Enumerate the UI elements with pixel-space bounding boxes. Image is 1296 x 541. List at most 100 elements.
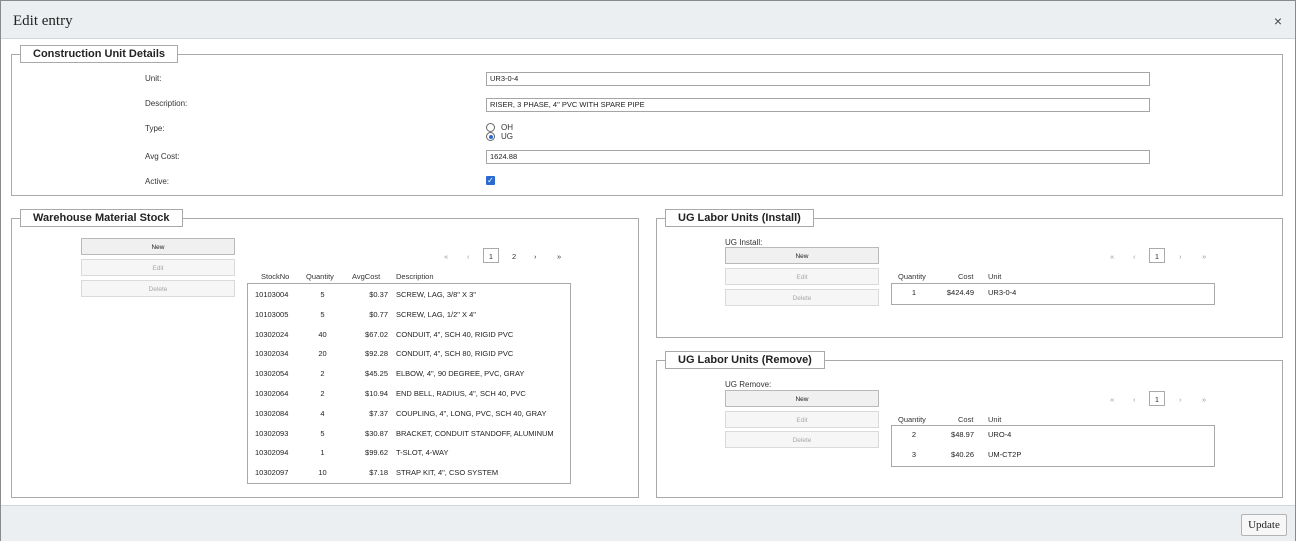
active-checkbox[interactable]: ✓	[486, 176, 495, 185]
table-row[interactable]: 10302024 40 $67.02 CONDUIT, 4", SCH 40, RIG…	[248, 330, 568, 344]
dialog-footer: Update	[1, 505, 1295, 541]
pager-last-icon[interactable]: »	[557, 252, 561, 261]
ug-install-sublabel: UG Install:	[725, 238, 763, 247]
type-ug-radio[interactable]	[486, 132, 495, 141]
description-cell: T-SLOT, 4-WAY	[396, 448, 449, 458]
description-field[interactable]	[486, 98, 1150, 112]
pager-first-icon[interactable]: «	[1110, 252, 1114, 261]
remove-edit-button[interactable]: Edit	[725, 411, 879, 428]
quantity-cell: 1	[911, 288, 917, 297]
install-grid: 1 $424.49 UR3-0-4	[891, 283, 1215, 305]
pager-page-1[interactable]: 1	[483, 248, 499, 263]
avgcost-cell: $0.77	[369, 309, 388, 319]
pager-prev-icon[interactable]: ‹	[467, 252, 470, 261]
column-header-cost[interactable]: Cost	[958, 272, 973, 281]
column-header-unit[interactable]: Unit	[988, 272, 1001, 281]
avg-cost-field[interactable]	[486, 150, 1150, 164]
unit-cell: UM-CT2P	[988, 450, 1022, 459]
quantity-cell: 20	[318, 349, 327, 359]
edit-entry-dialog: Edit entry × Construction Unit Details U…	[0, 0, 1296, 541]
avgcost-cell: $45.25	[365, 369, 388, 379]
remove-delete-button[interactable]: Delete	[725, 431, 879, 448]
description-cell: BRACKET, CONDUIT STANDOFF, ALUMINUM	[396, 428, 554, 438]
description-cell: SCREW, LAG, 3/8" X 3"	[396, 290, 476, 299]
quantity-cell: 5	[320, 309, 325, 319]
stockno-cell: 10302034	[255, 349, 289, 359]
unit-cell: URO-4	[988, 430, 1012, 439]
unit-label: Unit:	[145, 74, 162, 83]
table-row[interactable]: 2 $48.97 URO-4	[892, 430, 1212, 444]
warehouse-material-stock-legend: Warehouse Material Stock	[20, 209, 183, 227]
description-cell: CONDUIT, 4", SCH 80, RIGID PVC	[396, 349, 514, 359]
description-cell: ELBOW, 4", 90 DEGREE, PVC, GRAY	[396, 369, 525, 379]
unit-field[interactable]	[486, 72, 1150, 86]
column-header-cost[interactable]: Cost	[958, 415, 973, 424]
remove-new-button[interactable]: New	[725, 390, 879, 407]
pager-page-1[interactable]: 1	[1149, 391, 1165, 406]
table-row[interactable]: 1 $424.49 UR3-0-4	[892, 288, 1212, 302]
warehouse-edit-button[interactable]: Edit	[81, 259, 235, 276]
stockno-cell: 10302093	[255, 428, 289, 438]
table-row[interactable]: 10302054 2 $45.25 ELBOW, 4", 90 DEGREE, PVC…	[248, 369, 568, 383]
pager-next-icon[interactable]: ›	[534, 252, 537, 261]
column-header-stockno[interactable]: StockNo	[261, 272, 289, 281]
column-header-unit[interactable]: Unit	[988, 415, 1001, 424]
stockno-cell: 10302024	[255, 329, 289, 339]
pager-last-icon[interactable]: »	[1202, 252, 1206, 261]
active-label: Active:	[145, 177, 170, 186]
table-row[interactable]: 10302034 20 $92.28 CONDUIT, 4", SCH 80, RIG…	[248, 349, 568, 363]
avgcost-cell: $0.37	[369, 290, 388, 299]
quantity-cell: 1	[320, 448, 325, 458]
pager-next-icon[interactable]: ›	[1179, 252, 1182, 261]
avgcost-cell: $10.94	[365, 389, 388, 398]
quantity-cell: 3	[911, 450, 917, 459]
pager-next-icon[interactable]: ›	[1179, 395, 1182, 404]
dialog-title: Edit entry	[13, 13, 73, 29]
stockno-cell: 10103004	[255, 290, 289, 299]
warehouse-delete-button[interactable]: Delete	[81, 280, 235, 297]
quantity-cell: 5	[320, 428, 325, 438]
quantity-cell: 5	[320, 290, 325, 299]
ug-labor-units-install: UG Labor Units (Install) UG Install: New…	[656, 209, 1283, 338]
pager-first-icon[interactable]: «	[1110, 395, 1114, 404]
unit-cell: UR3-0-4	[988, 288, 1017, 297]
type-oh-radio[interactable]	[486, 123, 495, 132]
stockno-cell: 10103005	[255, 309, 289, 319]
table-row[interactable]: 10302084 4 $7.37 COUPLING, 4", LONG, PVC, S…	[248, 409, 568, 423]
quantity-cell: 40	[318, 329, 327, 339]
table-row[interactable]: 10302094 1 $99.62 T-SLOT, 4-WAY	[248, 448, 568, 462]
update-button[interactable]: Update	[1241, 514, 1287, 536]
column-header-quantity[interactable]: Quantity	[898, 415, 926, 424]
table-row[interactable]: 10302064 2 $10.94 END BELL, RADIUS, 4", SCH…	[248, 389, 568, 403]
column-header-avgcost[interactable]: AvgCost	[352, 272, 380, 281]
install-delete-button[interactable]: Delete	[725, 289, 879, 306]
type-label: Type:	[145, 124, 165, 133]
pager-first-icon[interactable]: «	[444, 252, 448, 261]
column-header-quantity[interactable]: Quantity	[306, 272, 334, 281]
table-row[interactable]: 10302093 5 $30.87 BRACKET, CONDUIT STANDOFF…	[248, 429, 568, 443]
pager-page-2[interactable]: 2	[512, 252, 516, 261]
avgcost-cell: $7.37	[369, 408, 388, 418]
stockno-cell: 10302094	[255, 448, 289, 458]
quantity-cell: 10	[318, 468, 327, 478]
table-row[interactable]: 3 $40.26 UM-CT2P	[892, 450, 1212, 464]
pager-prev-icon[interactable]: ‹	[1133, 395, 1136, 404]
column-header-quantity[interactable]: Quantity	[898, 272, 926, 281]
pager-prev-icon[interactable]: ‹	[1133, 252, 1136, 261]
install-edit-button[interactable]: Edit	[725, 268, 879, 285]
install-new-button[interactable]: New	[725, 247, 879, 264]
table-row[interactable]: 10103005 5 $0.77 SCREW, LAG, 1/2" X 4"	[248, 310, 568, 324]
table-row[interactable]: 10302097 10 $7.18 STRAP KIT, 4", CSO SYSTEM	[248, 468, 568, 482]
cost-cell: $424.49	[946, 288, 974, 297]
table-row[interactable]: 10103004 5 $0.37 SCREW, LAG, 3/8" X 3"	[248, 290, 568, 304]
construction-unit-details: Construction Unit Details Unit: Descript…	[11, 45, 1283, 196]
close-icon[interactable]: ×	[1274, 14, 1282, 28]
pager-last-icon[interactable]: »	[1202, 395, 1206, 404]
type-oh-label: OH	[501, 123, 513, 132]
warehouse-new-button[interactable]: New	[81, 238, 235, 255]
pager-page-1[interactable]: 1	[1149, 248, 1165, 263]
quantity-cell: 2	[320, 389, 325, 398]
stockno-cell: 10302097	[255, 468, 289, 478]
cost-cell: $48.97	[951, 430, 974, 439]
column-header-description[interactable]: Description	[396, 272, 434, 281]
